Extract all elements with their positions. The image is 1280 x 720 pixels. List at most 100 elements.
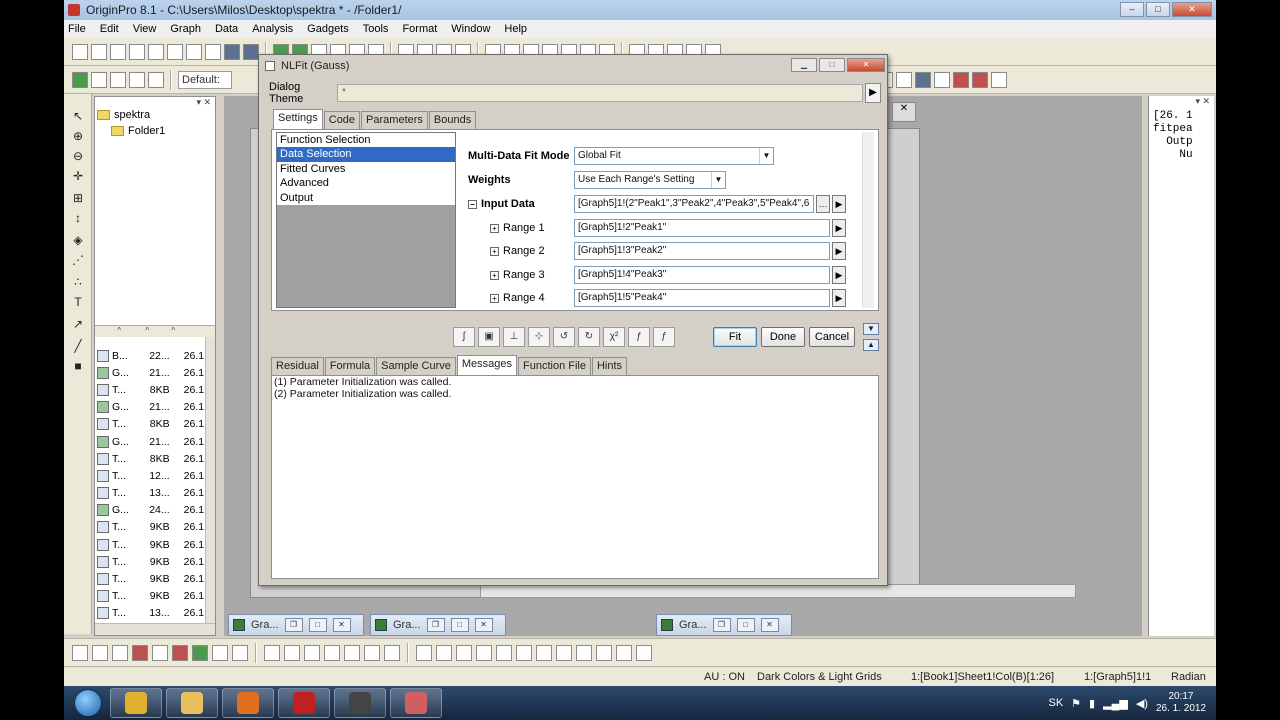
error-bar-icon[interactable] [172, 644, 188, 661]
input-data-label[interactable]: − Input Data [462, 198, 574, 210]
forward-icon[interactable] [616, 644, 632, 661]
open-icon[interactable] [224, 43, 240, 60]
3d-bar-icon[interactable] [284, 644, 300, 661]
nav-data-selection[interactable]: Data Selection [277, 147, 455, 162]
new-notes-icon[interactable] [205, 43, 221, 60]
new-excel-icon[interactable] [110, 43, 126, 60]
tab-function-file[interactable]: Function File [518, 357, 591, 375]
pointer-icon[interactable]: ↖ [70, 108, 86, 124]
done-button[interactable]: Done [761, 327, 805, 347]
data-reader-icon[interactable]: ⊞ [70, 190, 86, 206]
weights-select[interactable]: Use Each Range's Setting ▼ [574, 171, 726, 189]
tab-messages[interactable]: Messages [456, 355, 517, 375]
expand-icon[interactable]: + [490, 270, 499, 280]
3d-rotate-icon[interactable] [384, 644, 400, 661]
tree-folder[interactable]: Folder1 [97, 123, 165, 139]
arrow-right-icon[interactable]: ▶ [832, 242, 846, 261]
theme-arrow-button[interactable]: ▶ [865, 83, 881, 103]
collapse-down-icon[interactable]: ▼ [863, 323, 879, 335]
maximize-icon[interactable]: □ [308, 618, 327, 632]
save-icon[interactable]: ▣ [478, 327, 500, 347]
menu-file[interactable]: File [68, 23, 86, 35]
font-select[interactable]: Default: [178, 70, 232, 89]
menu-graph[interactable]: Graph [170, 23, 201, 35]
taskbar-button[interactable] [222, 688, 274, 718]
color-icon[interactable] [91, 71, 107, 88]
screen-reader-icon[interactable]: ✛ [70, 168, 86, 184]
front-icon[interactable] [576, 644, 592, 661]
peak-icon[interactable] [953, 71, 969, 88]
taskbar-button[interactable] [334, 688, 386, 718]
dialog-close-button[interactable]: ✕ [847, 58, 885, 72]
nav-function-selection[interactable]: Function Selection [277, 133, 455, 148]
menu-view[interactable]: View [133, 23, 157, 35]
close-icon[interactable]: ✕ [474, 618, 493, 632]
input-data-field[interactable]: [Graph5]1!(2"Peak1",3"Peak2",4"Peak3",5"… [574, 195, 814, 213]
data-draw-icon[interactable]: ◈ [70, 232, 86, 248]
expand-icon[interactable]: + [490, 224, 499, 233]
dialog-maximize-button[interactable]: □ [819, 58, 845, 72]
file-row[interactable]: T... 8KB 26.1. [97, 416, 207, 433]
preview-icon[interactable]: ∫ [453, 327, 475, 347]
region-icon[interactable]: ⋰ [70, 252, 86, 268]
file-row[interactable]: T... 9KB 26.1. [97, 588, 207, 605]
minimize-button[interactable]: – [1120, 2, 1144, 17]
language-indicator[interactable]: SK [1048, 697, 1063, 709]
file-row[interactable]: T... 9KB 26.1. [97, 536, 207, 553]
backward-icon[interactable] [636, 644, 652, 661]
template-library-icon[interactable] [232, 644, 248, 661]
file-row[interactable]: T... 12... 26.1. [97, 467, 207, 484]
save-icon[interactable] [243, 43, 259, 60]
fit-button[interactable]: Fit [713, 327, 757, 347]
dialog-minimize-button[interactable]: ▁ [791, 58, 817, 72]
align-left-icon[interactable] [416, 644, 432, 661]
range-field[interactable]: [Graph5]1!3"Peak2" [574, 242, 830, 261]
taskbar-button[interactable] [390, 688, 442, 718]
file-row[interactable]: T... 9KB 26.1. [97, 553, 207, 570]
menu-analysis[interactable]: Analysis [252, 23, 293, 35]
minimized-graph-2[interactable]: Gra... ❐ □ ✕ [370, 614, 506, 636]
restore-icon[interactable]: ❐ [426, 618, 445, 632]
tree-root[interactable]: spektra [97, 107, 165, 123]
nav-output[interactable]: Output [277, 190, 455, 205]
file-row[interactable]: T... 9KB 26.1. [97, 570, 207, 587]
align-bottom-icon[interactable] [476, 644, 492, 661]
zoom-icon[interactable]: ⊕ [70, 128, 86, 144]
ungroup-icon[interactable] [556, 644, 572, 661]
align-top-icon[interactable] [456, 644, 472, 661]
fit-mode-select[interactable]: Global Fit ▼ [574, 147, 774, 165]
file-row[interactable]: T... 13... 26.1. [97, 485, 207, 502]
polar-icon[interactable] [152, 644, 168, 661]
tab-settings[interactable]: Settings [273, 109, 323, 129]
cross-icon[interactable] [934, 71, 950, 88]
flag-icon[interactable]: ⚑ [1071, 697, 1081, 710]
file-row[interactable]: B... 22... 26.1. [97, 347, 207, 364]
menu-window[interactable]: Window [451, 23, 490, 35]
close-icon[interactable]: ✕ [332, 618, 351, 632]
back-icon[interactable] [596, 644, 612, 661]
group-icon[interactable] [536, 644, 552, 661]
3d-matrix-icon[interactable] [344, 644, 360, 661]
chi-square-icon[interactable]: χ² [603, 327, 625, 347]
close-icon[interactable]: ✕ [760, 618, 779, 632]
new-layout-icon[interactable] [186, 43, 202, 60]
cancel-button[interactable]: Cancel [809, 327, 855, 347]
maximize-icon[interactable]: □ [450, 618, 469, 632]
taskbar-button[interactable] [166, 688, 218, 718]
arrow-right-icon[interactable]: ▶ [832, 289, 846, 308]
nav-fitted-curves[interactable]: Fitted Curves [277, 161, 455, 177]
column-plot-icon[interactable] [132, 644, 148, 661]
taskbar-button[interactable] [278, 688, 330, 718]
simulate-icon[interactable]: ⊹ [528, 327, 550, 347]
file-row[interactable]: G... 21... 26.1. [97, 433, 207, 450]
volume-icon[interactable]: ◀) [1136, 697, 1148, 710]
range-label[interactable]: + Range 1 [462, 222, 574, 234]
line-symbol-icon[interactable] [112, 644, 128, 661]
3d-ternary-icon[interactable] [364, 644, 380, 661]
scatter-plot-icon[interactable] [92, 644, 108, 661]
table-view-icon[interactable] [896, 71, 912, 88]
arrow-right-icon[interactable]: ▶ [832, 195, 846, 213]
file-row[interactable]: T... 9KB 26.1. [97, 519, 207, 536]
taskbar-button[interactable] [110, 688, 162, 718]
menu-data[interactable]: Data [215, 23, 238, 35]
